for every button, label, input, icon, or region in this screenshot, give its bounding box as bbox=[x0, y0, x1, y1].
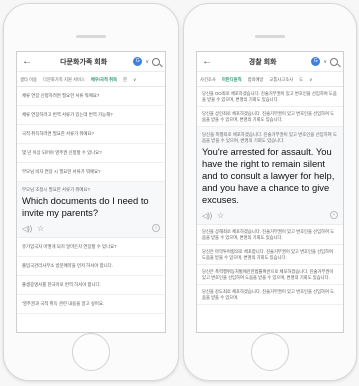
list-item[interactable]: 당신을 상해죄로 체포하겠습니다. 진술거부권이 있고 변호인을 선임하여 도움… bbox=[197, 225, 343, 245]
list-item[interactable]: 유기입국자 어떻게 되지 얼마든지 연장할 수 있나요? bbox=[17, 238, 165, 257]
phrase-translation: Which documents do I need to invite my p… bbox=[22, 195, 149, 218]
more-icon[interactable]: › bbox=[330, 211, 338, 219]
back-arrow-icon[interactable]: ← bbox=[22, 56, 34, 67]
page-title: 다문화가족 회화 bbox=[60, 58, 108, 66]
phone-left: ← 다문화가족 회화 G ∨ 생타 이용 다문화가족 지원 서비스 배우/국적 … bbox=[3, 3, 179, 381]
phrase-korean: 당신을 폭행죄로 체포하겠습니다. 진술거부권이 있고 변호인을 선임하여 도움… bbox=[202, 132, 337, 143]
phone-speaker bbox=[76, 35, 106, 38]
list-item[interactable]: 당신을 OO죄로 체포하겠습니다. 진술거부권이 있고 변호인을 선임하여 도움… bbox=[197, 87, 343, 107]
translate-badge-icon[interactable]: G bbox=[311, 57, 321, 66]
tab-item[interactable]: 한 bbox=[123, 72, 127, 86]
more-icon[interactable]: › bbox=[152, 224, 160, 232]
list-item[interactable]: 부모님 비자 연장 시 필요한 서류가 뭐예요? bbox=[17, 163, 165, 182]
phrase-korean: 부모님 초청시 필요한 서류가 뭐예요? bbox=[22, 187, 90, 192]
app-screen-left: ← 다문화가족 회화 G ∨ 생타 이용 다문화가족 지원 서비스 배우/국적 … bbox=[16, 51, 166, 333]
list-item[interactable]: 몇 년 이상 되어야 영주권 신청할 수 있나요? bbox=[17, 144, 165, 163]
tab-item[interactable]: 범죄예방 bbox=[248, 72, 264, 86]
phone-right: ← 경찰 회화 G ∨ 사건조사 미란다원칙 범죄예방 교통사고조사 도 ∨ 당… bbox=[183, 3, 357, 381]
phrase-translation: You're arrested for assault. You have th… bbox=[202, 146, 335, 205]
app-screen-right: ← 경찰 회화 G ∨ 사건조사 미란다원칙 범죄예방 교통사고조사 도 ∨ 당… bbox=[196, 51, 344, 333]
list-item[interactable]: 국적 취득하려면 필요한 서류가 뭐예요? bbox=[17, 125, 165, 144]
list-item[interactable]: '영주권과 국적 취득 관련 내용을 알고 싶어요. bbox=[17, 295, 165, 314]
speaker-icon[interactable]: ◁)) bbox=[202, 212, 212, 220]
app-header: ← 다문화가족 회화 G ∨ bbox=[17, 52, 165, 72]
category-tabs: 생타 이용 다문화가족 지원 서비스 배우/국적 취득 한 ∨ bbox=[17, 72, 165, 87]
tab-active[interactable]: 배우/국적 취득 bbox=[90, 72, 118, 86]
tab-item[interactable]: 생타 이용 bbox=[20, 72, 37, 86]
list-item[interactable]: 체류 연장하려고 번역 서류가 있는데 번역 가능해? bbox=[17, 106, 165, 125]
chevron-down-icon[interactable]: ∨ bbox=[145, 59, 149, 65]
tab-item[interactable]: 교통사고조사 bbox=[269, 72, 293, 86]
phone-speaker bbox=[255, 35, 285, 38]
search-icon[interactable] bbox=[330, 57, 338, 66]
translate-badge-icon[interactable]: G bbox=[133, 57, 143, 66]
list-item[interactable]: 체류 연장 신청하려면 필요한 서류 뭐예요? bbox=[17, 87, 165, 106]
chevron-down-icon[interactable]: ∨ bbox=[323, 59, 327, 65]
list-item[interactable]: 출입국관리사무소 방문예약을 먼저 하셔야 합니다. bbox=[17, 257, 165, 276]
star-icon[interactable]: ☆ bbox=[37, 224, 44, 233]
phrase-actions: ◁)) ☆ › bbox=[197, 206, 343, 224]
home-button[interactable] bbox=[72, 333, 110, 371]
expanded-phrase[interactable]: 당신을 폭행죄로 체포하겠습니다. 진술거부권이 있고 변호인을 선임하여 도움… bbox=[197, 127, 343, 225]
tabs-more-icon[interactable]: ∨ bbox=[309, 72, 312, 86]
list-item[interactable]: 당신은 마약투여혐의로 체포합니다. 진술거부권이 있고 변호인을 선임하여 도… bbox=[197, 245, 343, 265]
home-button[interactable] bbox=[251, 333, 289, 371]
page-title: 경찰 회화 bbox=[248, 58, 277, 66]
app-header: ← 경찰 회화 G ∨ bbox=[197, 52, 343, 72]
expanded-phrase[interactable]: 부모님 초청시 필요한 서류가 뭐예요? Which documents do … bbox=[17, 182, 165, 238]
tab-item[interactable]: 사건조사 bbox=[200, 72, 216, 86]
star-icon[interactable]: ☆ bbox=[217, 211, 224, 220]
list-item[interactable]: 당신은 폭력행위등처벌에관한법률위반으로 체포하겠습니다. 진술거부권이 있고 … bbox=[197, 265, 343, 285]
tab-item[interactable]: 다문화가족 지원 서비스 bbox=[43, 72, 85, 86]
tab-active[interactable]: 미란다원칙 bbox=[221, 72, 242, 86]
tabs-more-icon[interactable]: ∨ bbox=[133, 72, 136, 86]
back-arrow-icon[interactable]: ← bbox=[202, 56, 214, 67]
list-item[interactable]: 출생증명서를 한국어로 번역 하셔야 합니다. bbox=[17, 276, 165, 295]
list-item[interactable]: 당신을 상인죄로 체포하겠습니다. 진술거부권이 있고 변호인을 선임하여 도움… bbox=[197, 107, 343, 127]
search-icon[interactable] bbox=[152, 57, 160, 66]
screenshot-stage: ← 다문화가족 회화 G ∨ 생타 이용 다문화가족 지원 서비스 배우/국적 … bbox=[0, 0, 359, 386]
list-item[interactable]: 당신을 강도죄로 체포하겠습니다. 진술거부권이 있고 변호인을 선임하여 도움… bbox=[197, 285, 343, 305]
tab-item[interactable]: 도 bbox=[299, 72, 303, 86]
category-tabs: 사건조사 미란다원칙 범죄예방 교통사고조사 도 ∨ bbox=[197, 72, 343, 87]
phrase-actions: ◁)) ☆ › bbox=[17, 219, 165, 237]
speaker-icon[interactable]: ◁)) bbox=[22, 225, 32, 233]
